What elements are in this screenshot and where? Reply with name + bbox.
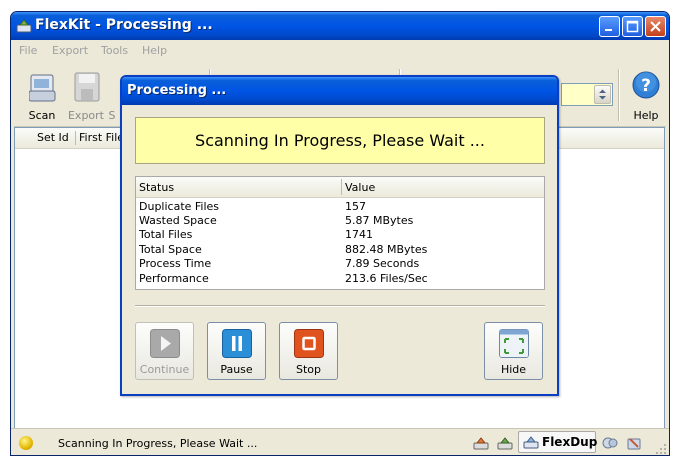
column-header-first-file[interactable]: First File <box>79 131 124 144</box>
menu-file[interactable]: File <box>19 44 37 57</box>
continue-label: Continue <box>139 363 190 376</box>
menu-help[interactable]: Help <box>142 44 167 57</box>
status-indicator-icon <box>19 436 33 450</box>
toolbar-combobox[interactable] <box>561 83 613 106</box>
product-icon[interactable] <box>473 435 489 451</box>
scanner-icon <box>29 74 56 102</box>
stop-button[interactable]: Stop <box>279 322 338 380</box>
continue-button[interactable]: Continue <box>135 322 194 380</box>
toolbar-separator <box>618 69 620 121</box>
minimize-button[interactable] <box>599 16 620 37</box>
export-button[interactable]: Export <box>66 69 106 123</box>
hide-window-icon <box>499 329 529 358</box>
play-icon <box>150 329 180 358</box>
product-icon[interactable] <box>602 435 618 451</box>
stat-value: 213.6 Files/Sec <box>345 272 428 285</box>
stat-name: Process Time <box>139 257 212 270</box>
flexdup-label: FlexDup <box>542 435 598 449</box>
dialog-divider <box>135 305 545 307</box>
help-label: Help <box>633 109 659 122</box>
status-bar: Scanning In Progress, Please Wait ... Fl… <box>11 428 669 455</box>
stat-value: 7.89 Seconds <box>345 257 420 270</box>
spin-button[interactable] <box>594 85 611 104</box>
table-row: Total Files 1741 <box>136 228 544 242</box>
column-header-status: Status <box>139 181 175 194</box>
stat-value: 882.48 MBytes <box>345 243 428 256</box>
export-label: Export <box>67 109 104 122</box>
toolbar-button-partial[interactable]: S <box>106 69 118 123</box>
minimize-icon <box>605 29 612 31</box>
close-icon <box>650 21 661 32</box>
stop-label: Stop <box>295 363 321 376</box>
window-title: FlexKit - Processing ... <box>35 17 213 33</box>
help-button[interactable]: ? Help <box>626 69 666 123</box>
menu-tools[interactable]: Tools <box>101 44 128 57</box>
stat-name: Wasted Space <box>139 214 217 227</box>
pause-label: Pause <box>220 363 253 376</box>
menu-export[interactable]: Export <box>52 44 88 57</box>
maximize-button[interactable] <box>622 16 643 37</box>
product-icon[interactable] <box>497 435 513 451</box>
column-divider[interactable] <box>75 131 76 145</box>
dialog-title-bar[interactable]: Processing ... <box>122 77 557 105</box>
stat-name: Total Space <box>139 243 202 256</box>
stat-value: 157 <box>345 200 366 213</box>
title-bar[interactable]: FlexKit - Processing ... <box>11 12 669 40</box>
menu-bar: File Export Tools Help <box>14 41 666 61</box>
stat-name: Duplicate Files <box>139 200 220 213</box>
partial-label: S <box>108 109 116 122</box>
processing-dialog: Processing ... Scanning In Progress, Ple… <box>120 75 559 396</box>
stats-header: Status Value <box>136 177 544 198</box>
pause-icon <box>222 329 252 358</box>
pause-button[interactable]: Pause <box>207 322 266 380</box>
table-row: Total Space 882.48 MBytes <box>136 243 544 257</box>
status-text: Scanning In Progress, Please Wait ... <box>58 437 258 450</box>
hide-label: Hide <box>500 363 527 376</box>
stop-icon <box>294 329 324 358</box>
column-header-set-id[interactable]: Set Id <box>37 131 69 144</box>
flexdup-icon <box>523 436 539 449</box>
svg-text:?: ? <box>641 76 651 96</box>
close-button[interactable] <box>645 16 666 37</box>
export-icon <box>74 72 100 102</box>
table-row: Wasted Space 5.87 MBytes <box>136 214 544 228</box>
stats-table: Status Value Duplicate Files 157 Wasted … <box>135 176 545 290</box>
stat-name: Performance <box>139 272 209 285</box>
scan-button[interactable]: Scan <box>22 69 62 123</box>
column-divider <box>341 179 342 195</box>
app-icon <box>16 19 32 33</box>
hide-button[interactable]: Hide <box>484 322 543 380</box>
flexdup-tab[interactable]: FlexDup <box>518 431 598 453</box>
dialog-title: Processing ... <box>127 83 227 98</box>
stat-value: 1741 <box>345 228 373 241</box>
table-row: Duplicate Files 157 <box>136 200 544 214</box>
maximize-icon <box>626 20 639 33</box>
table-row: Performance 213.6 Files/Sec <box>136 272 544 286</box>
product-icon[interactable] <box>626 435 642 451</box>
resize-grip-icon[interactable] <box>655 443 667 455</box>
stat-value: 5.87 MBytes <box>345 214 414 227</box>
help-icon: ? <box>632 71 660 99</box>
column-header-value: Value <box>345 181 376 194</box>
stat-name: Total Files <box>139 228 193 241</box>
progress-banner: Scanning In Progress, Please Wait ... <box>135 117 545 164</box>
scan-label: Scan <box>28 109 56 122</box>
table-row: Process Time 7.89 Seconds <box>136 257 544 271</box>
spin-arrows-icon <box>599 89 606 100</box>
